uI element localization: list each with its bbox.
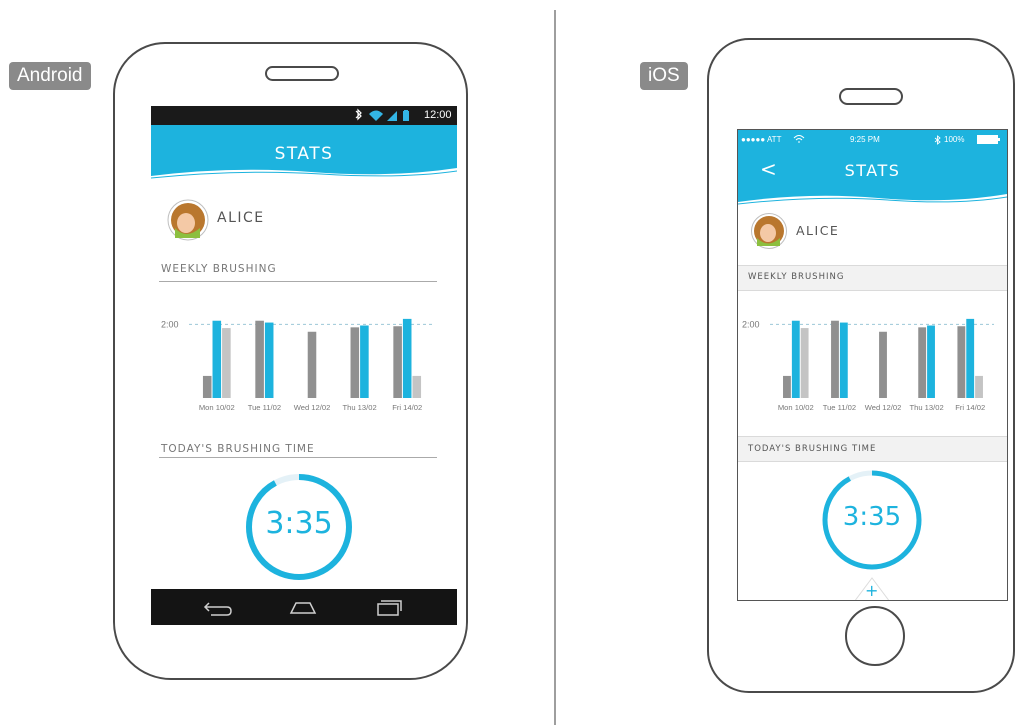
ios-label: iOS xyxy=(640,62,688,90)
todays-brushing-heading: TODAY'S BRUSHING TIME xyxy=(748,444,877,454)
ios-screen: ●●●●● ATT 9:25 PM 100% < STATS ALICE WEE… xyxy=(737,129,1008,601)
chart-bar xyxy=(360,325,369,398)
bluetooth-icon xyxy=(355,108,362,121)
wifi-icon xyxy=(369,110,383,121)
chart-bar xyxy=(927,325,935,398)
speaker xyxy=(839,88,903,105)
section-divider xyxy=(159,457,437,458)
status-time: 9:25 PM xyxy=(850,135,880,144)
chart-bar xyxy=(412,375,422,398)
weekly-brushing-heading: WEEKLY BRUSHING xyxy=(161,263,277,275)
avatar[interactable] xyxy=(166,198,210,242)
chart-bar xyxy=(393,326,402,398)
divider xyxy=(554,10,556,725)
header-wave xyxy=(738,194,1007,212)
back-icon[interactable] xyxy=(201,597,235,617)
recent-apps-icon[interactable] xyxy=(371,596,405,618)
header-wave xyxy=(151,168,457,188)
battery-icon xyxy=(403,110,409,121)
avatar[interactable] xyxy=(750,212,788,250)
chart-bar xyxy=(307,331,317,398)
weekly-brushing-heading: WEEKLY BRUSHING xyxy=(748,272,845,282)
chart-bar xyxy=(783,375,791,398)
status-icons xyxy=(355,108,409,121)
chart-bar xyxy=(350,327,360,398)
x-tick-label: Tue 11/02 xyxy=(823,403,856,412)
x-tick-label: Thu 13/02 xyxy=(909,403,943,412)
user-name: ALICE xyxy=(796,223,840,238)
bluetooth-icon xyxy=(934,135,941,145)
x-tick-label: Fri 14/02 xyxy=(392,403,422,412)
page-title: STATS xyxy=(274,144,334,164)
timer-value: 3:35 xyxy=(265,506,333,541)
chart-bar xyxy=(839,322,848,398)
chart-bar xyxy=(966,318,975,398)
status-time: 12:00 xyxy=(424,109,452,121)
reference-line-label: 2:00 xyxy=(161,319,179,329)
x-tick-label: Tue 11/02 xyxy=(248,403,281,412)
wifi-icon xyxy=(793,135,805,143)
add-button-label: + xyxy=(865,581,879,600)
chart-bar xyxy=(222,328,231,398)
chart-bar xyxy=(918,327,927,398)
x-tick-label: Wed 12/02 xyxy=(294,403,331,412)
section-divider xyxy=(159,281,437,282)
home-icon[interactable] xyxy=(286,597,320,617)
x-tick-label: Wed 12/02 xyxy=(865,403,902,412)
x-tick-label: Fri 14/02 xyxy=(955,403,985,412)
x-tick-label: Mon 10/02 xyxy=(199,403,235,412)
chart-bar xyxy=(831,320,839,398)
android-screen: 12:00 STATS ALICE WEEKLY BRUSHING 2:00 Mo… xyxy=(151,106,457,625)
x-tick-label: Mon 10/02 xyxy=(778,403,814,412)
chart-bar xyxy=(879,331,887,398)
todays-brushing-heading: TODAY'S BRUSHING TIME xyxy=(161,443,315,455)
chart-bar xyxy=(255,320,264,398)
chart-bar xyxy=(202,375,212,398)
battery-icon xyxy=(977,135,1000,144)
page-title: STATS xyxy=(844,161,901,180)
timer-value: 3:35 xyxy=(842,502,902,532)
chart-bar xyxy=(800,328,809,398)
user-name: ALICE xyxy=(217,210,265,226)
x-tick-label: Thu 13/02 xyxy=(342,403,376,412)
chart-bar xyxy=(264,322,274,398)
chart-bar xyxy=(791,320,800,398)
weekly-chart: 2:00 Mon 10/02 Tue 11/02 Wed 12/02 Thu 13/02… xyxy=(742,318,994,412)
chart-bar xyxy=(212,320,222,398)
android-label: Android xyxy=(9,62,91,90)
speaker xyxy=(265,66,339,81)
status-battery-percent: 100% xyxy=(944,135,965,144)
status-carrier: ●●●●● ATT xyxy=(741,135,782,144)
home-button[interactable] xyxy=(845,606,905,666)
signal-icon xyxy=(387,111,397,121)
chart-bar xyxy=(975,375,983,398)
weekly-chart: 2:00 Mon 10/02 Tue 11/02 Wed 12/02 Thu 13/02… xyxy=(161,318,433,412)
chart-bar xyxy=(402,318,412,398)
reference-line-label: 2:00 xyxy=(742,319,760,329)
chart-bar xyxy=(957,326,966,398)
